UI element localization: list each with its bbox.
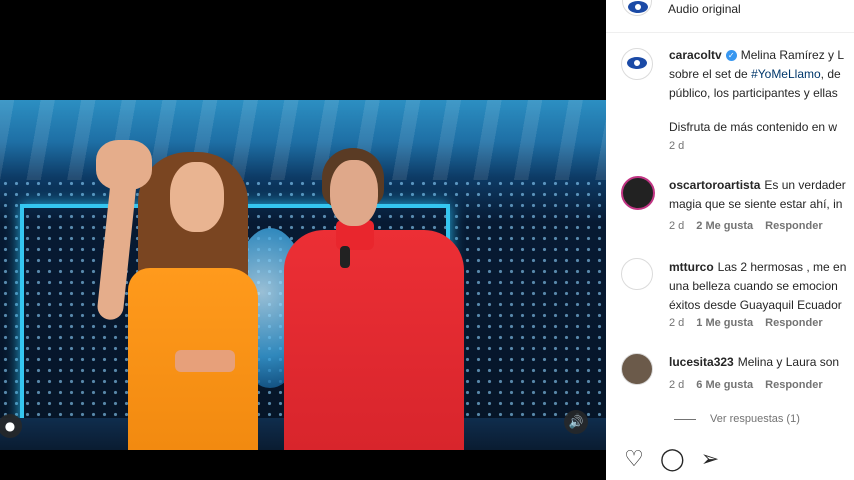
audio-row[interactable]: Audio original xyxy=(620,0,854,16)
comment-username[interactable]: oscartoroartista xyxy=(669,178,760,192)
stage-backdrop xyxy=(0,100,606,180)
comment-likes[interactable]: 2 Me gusta xyxy=(696,220,753,232)
audio-avatar xyxy=(622,0,652,16)
view-replies-label: Ver respuestas (1) xyxy=(710,413,800,425)
comment-time[interactable]: 2 d xyxy=(669,220,684,232)
comment-avatar[interactable] xyxy=(621,176,655,210)
hashtag-link[interactable]: #YoMeLlamo xyxy=(751,67,821,81)
comment-avatar[interactable] xyxy=(621,258,653,290)
caption-username[interactable]: caracoltv xyxy=(669,48,722,62)
reply-button[interactable]: Responder xyxy=(765,379,822,391)
comment-time[interactable]: 2 d xyxy=(669,379,684,391)
comment-likes[interactable]: 1 Me gusta xyxy=(696,317,753,329)
caption-line2-pre: sobre el set de xyxy=(669,67,752,81)
audio-label[interactable]: Audio original xyxy=(668,2,741,16)
caption-time[interactable]: 2 d xyxy=(669,140,684,152)
share-icon[interactable]: ➢ xyxy=(698,448,722,472)
caption-line3: público, los participantes y ellas xyxy=(669,86,838,100)
comment-text: Es un verdader xyxy=(764,178,846,192)
comment-username[interactable]: lucesita323 xyxy=(669,355,734,369)
reply-button[interactable]: Responder xyxy=(765,317,822,329)
heart-icon[interactable]: ♡ xyxy=(622,448,646,472)
video-area: ● 🔊 xyxy=(0,0,606,480)
divider xyxy=(606,32,854,33)
comment-avatar[interactable] xyxy=(621,353,653,385)
reply-button[interactable]: Responder xyxy=(765,220,822,232)
caption-line4: Disfruta de más contenido en w xyxy=(669,120,838,134)
caption-line2-post: , de xyxy=(820,67,841,81)
comment-time[interactable]: 2 d xyxy=(669,317,684,329)
comment-likes[interactable]: 6 Me gusta xyxy=(696,379,753,391)
comment-username[interactable]: mtturco xyxy=(669,260,714,274)
video-player[interactable]: ● 🔊 xyxy=(0,100,606,450)
comment-icon[interactable]: ◯ xyxy=(660,448,685,472)
caption-line1: Melina Ramírez y L xyxy=(740,48,845,62)
comment-text-line3: éxitos desde Guayaquil Ecuador xyxy=(669,298,842,312)
comment-text: Melina y Laura son xyxy=(737,355,840,369)
volume-icon[interactable]: 🔊 xyxy=(564,410,588,434)
caracol-avatar[interactable] xyxy=(621,48,653,80)
comment-text: Las 2 hermosas , me en xyxy=(717,260,847,274)
view-replies-button[interactable]: Ver respuestas (1) xyxy=(674,413,800,425)
comment-text-line2: magia que se siente estar ahí, in xyxy=(669,197,843,211)
comment-text-line2: una belleza cuando se emocion xyxy=(669,279,838,293)
replies-line xyxy=(674,418,696,420)
verified-icon: ✓ xyxy=(725,50,737,61)
comments-panel: Audio original caracoltv ✓ Melina Ramírez … xyxy=(606,0,854,480)
